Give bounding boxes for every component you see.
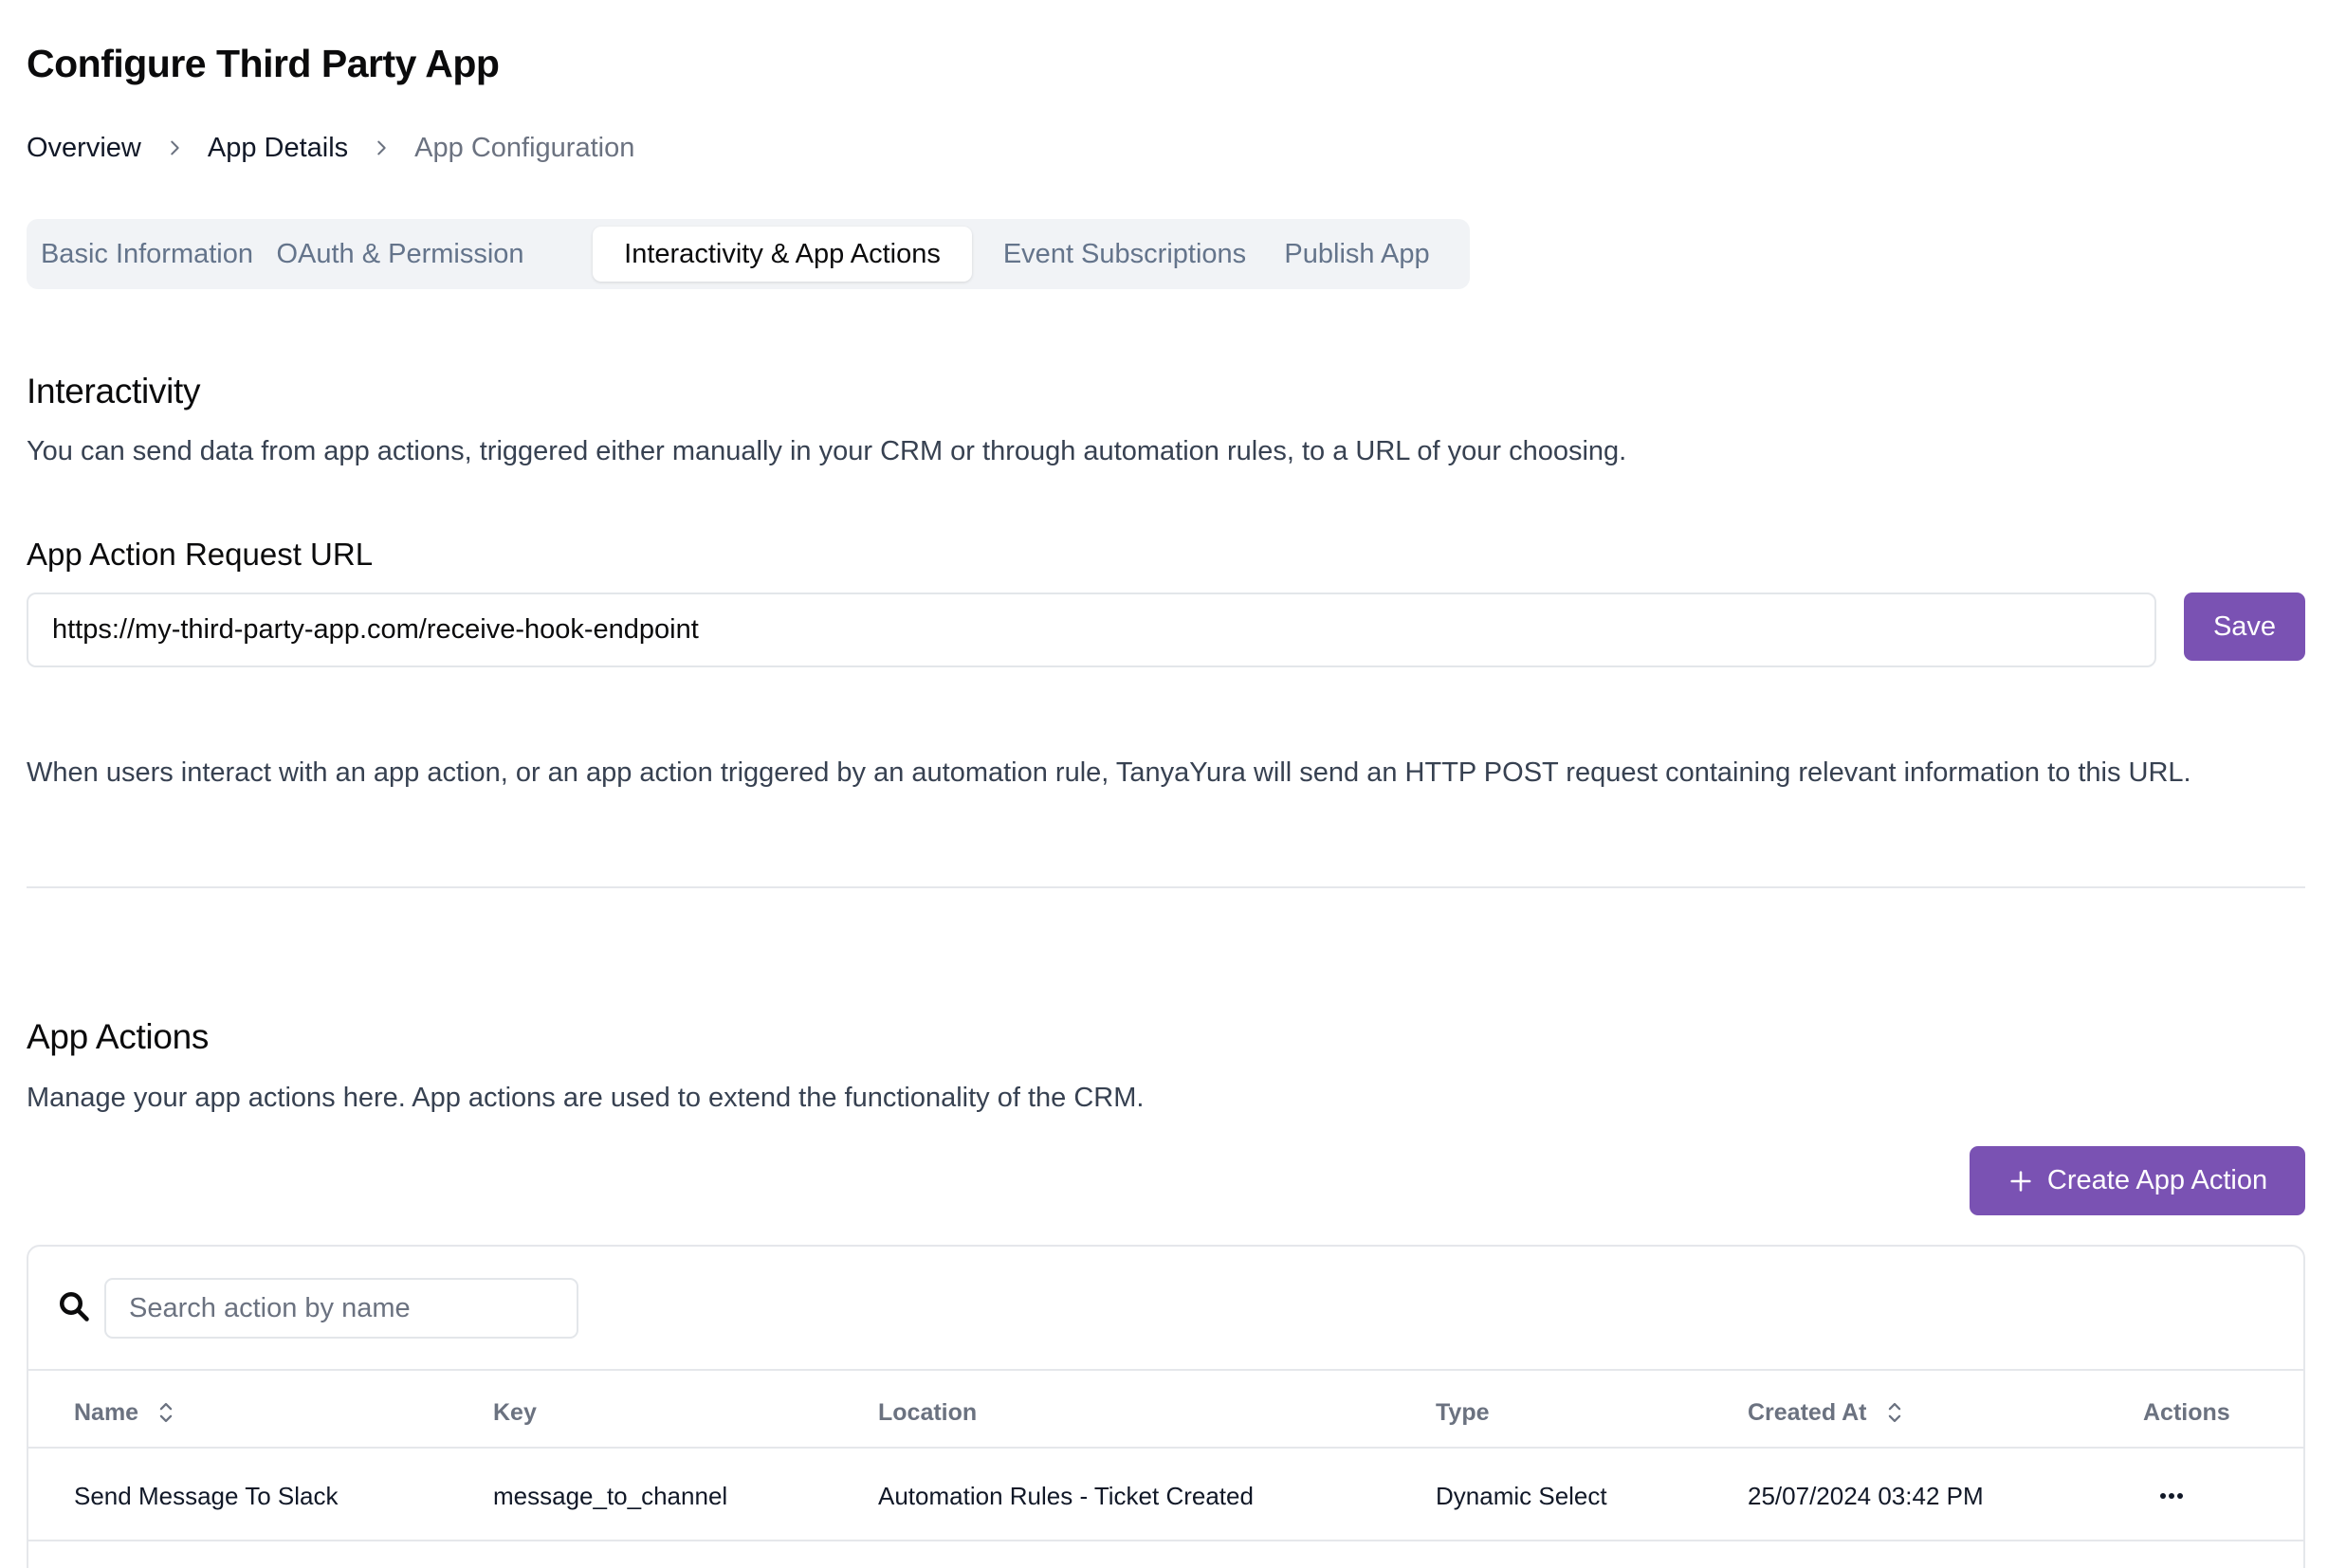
request-url-hint: When users interact with an app action, … xyxy=(27,757,2191,788)
tab-publish-app[interactable]: Publish App xyxy=(1274,227,1439,282)
column-header-key: Key xyxy=(493,1398,537,1426)
breadcrumb: Overview App Details App Configuration xyxy=(27,131,634,165)
chevron-right-icon xyxy=(160,134,189,162)
create-app-action-button[interactable]: Create App Action xyxy=(1970,1146,2305,1215)
save-button[interactable]: Save xyxy=(2184,593,2305,661)
cell-created-at: 25/07/2024 03:42 PM xyxy=(1748,1481,1984,1510)
tab-list: Basic Information OAuth & Permission Int… xyxy=(27,219,1470,289)
column-header-created-at[interactable]: Created At xyxy=(1748,1396,1905,1429)
column-header-name-label: Name xyxy=(74,1398,139,1426)
column-header-name[interactable]: Name xyxy=(74,1396,176,1429)
sort-icon[interactable] xyxy=(1884,1399,1905,1426)
table-row-bottom-border xyxy=(28,1540,2303,1541)
create-app-action-label: Create App Action xyxy=(2046,1165,2268,1195)
column-header-type: Type xyxy=(1436,1398,1490,1426)
app-actions-table-card: Name Key Location Type Created At Action… xyxy=(27,1245,2305,1568)
interactivity-title: Interactivity xyxy=(27,372,201,410)
cell-location: Automation Rules - Ticket Created xyxy=(878,1481,1254,1510)
chevron-right-icon xyxy=(367,134,395,162)
breadcrumb-overview[interactable]: Overview xyxy=(27,133,141,164)
column-header-actions: Actions xyxy=(2143,1398,2230,1426)
section-divider xyxy=(27,886,2305,888)
page-title: Configure Third Party App xyxy=(27,42,500,85)
interactivity-description: You can send data from app actions, trig… xyxy=(27,436,1627,466)
page: Configure Third Party App Overview App D… xyxy=(0,0,2328,1568)
tab-oauth-permission[interactable]: OAuth & Permission xyxy=(271,227,529,282)
cell-type: Dynamic Select xyxy=(1436,1481,1607,1510)
request-url-input[interactable] xyxy=(27,593,2156,667)
breadcrumb-app-configuration: App Configuration xyxy=(414,132,635,163)
column-header-created-at-label: Created At xyxy=(1748,1398,1867,1426)
tab-interactivity-app-actions[interactable]: Interactivity & App Actions xyxy=(593,227,972,282)
cell-key: message_to_channel xyxy=(493,1481,728,1510)
search-icon xyxy=(60,1292,89,1322)
table-header-top-border xyxy=(28,1369,2303,1371)
column-header-location: Location xyxy=(878,1398,978,1426)
request-url-label: App Action Request URL xyxy=(27,537,374,572)
tab-basic-information[interactable]: Basic Information xyxy=(40,227,254,282)
tab-event-subscriptions[interactable]: Event Subscriptions xyxy=(995,227,1255,282)
breadcrumb-app-details[interactable]: App Details xyxy=(208,133,348,164)
search-action-input[interactable] xyxy=(104,1278,578,1339)
app-actions-description: Manage your app actions here. App action… xyxy=(27,1083,1145,1113)
plus-icon xyxy=(2010,1170,2031,1192)
more-horizontal-icon[interactable] xyxy=(2153,1482,2191,1510)
cell-name: Send Message To Slack xyxy=(74,1481,339,1510)
table-header-bottom-border xyxy=(28,1447,2303,1449)
app-actions-title: App Actions xyxy=(27,1017,210,1056)
sort-icon[interactable] xyxy=(156,1399,176,1426)
